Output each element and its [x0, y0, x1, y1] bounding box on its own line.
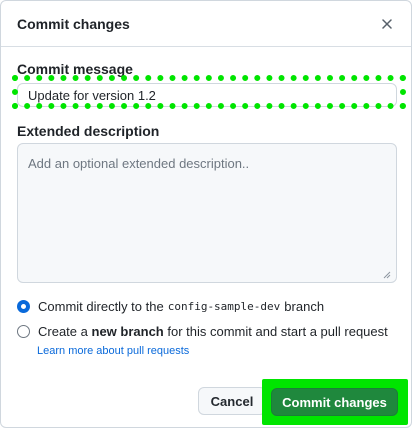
commit-direct-prefix: Commit directly to the: [38, 299, 164, 314]
dialog-header: Commit changes: [1, 1, 411, 47]
radio-commit-direct[interactable]: [17, 300, 30, 313]
close-icon: [382, 19, 392, 29]
new-branch-suffix: for this commit and start a pull request: [167, 324, 388, 339]
commit-message-label: Commit message: [17, 61, 133, 77]
cancel-button[interactable]: Cancel: [198, 387, 266, 415]
close-button[interactable]: [377, 14, 397, 34]
radio-new-branch[interactable]: [17, 325, 30, 338]
dialog-title: Commit changes: [17, 16, 130, 32]
commit-direct-suffix: branch: [284, 299, 325, 314]
commit-message-input[interactable]: [17, 83, 397, 107]
commit-dialog: Commit changes Commit message Extended d…: [0, 0, 412, 428]
new-branch-bold: new branch: [91, 324, 164, 339]
commit-direct-option[interactable]: Commit directly to the config-sample-dev…: [17, 299, 324, 314]
extended-description-label: Extended description: [17, 123, 160, 139]
commit-changes-button[interactable]: Commit changes: [271, 388, 398, 416]
branch-name: config-sample-dev: [167, 300, 281, 313]
new-branch-prefix: Create a: [38, 324, 88, 339]
learn-more-link[interactable]: Learn more about pull requests: [37, 345, 189, 357]
extended-description-textarea[interactable]: [17, 143, 397, 283]
resize-handle-icon[interactable]: [383, 271, 391, 279]
new-branch-option[interactable]: Create a new branch for this commit and …: [17, 324, 388, 339]
